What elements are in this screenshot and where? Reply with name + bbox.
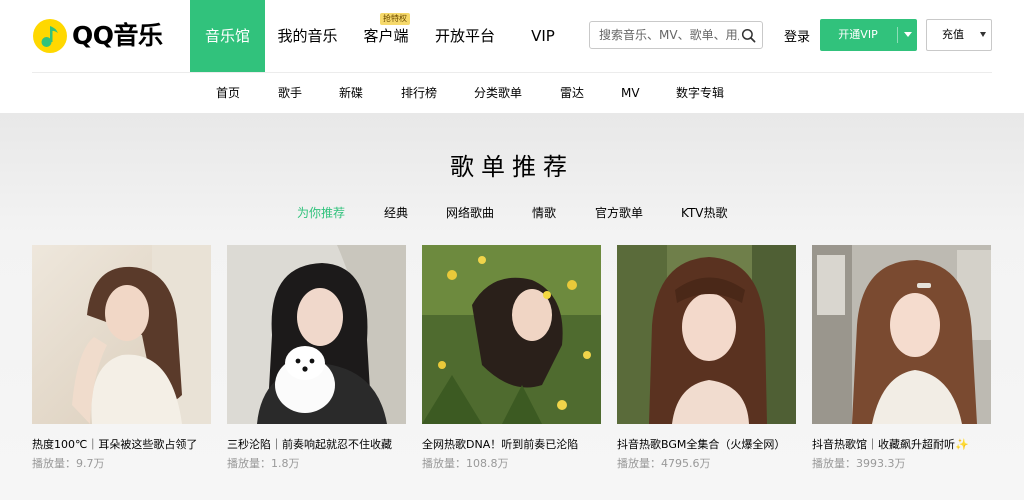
playlist-cover-image[interactable] (812, 245, 991, 424)
playlist-play-count: 播放量：108.8万 (422, 455, 509, 471)
tab-classic[interactable]: 经典 (384, 204, 408, 221)
privilege-badge: 抢特权 (380, 13, 410, 25)
play-count-label: 播放量： (422, 457, 466, 470)
playlist-play-count: 播放量：3993.3万 (812, 455, 906, 471)
login-link[interactable]: 登录 (784, 26, 810, 45)
logo[interactable]: QQ音乐 (32, 16, 163, 56)
play-count-value: 3993.3万 (856, 457, 906, 470)
play-count-value: 1.8万 (271, 457, 300, 470)
playlist-cover-image[interactable] (227, 245, 406, 424)
playlist-title[interactable]: 抖音热歌馆｜收藏飙升超耐听✨ (812, 436, 1012, 452)
playlist-cover-image[interactable] (617, 245, 796, 424)
playlist-card[interactable]: 热度100℃｜耳朵被这些歌占领了 播放量：9.7万 (32, 245, 211, 475)
sub-nav-charts[interactable]: 排行榜 (401, 73, 437, 113)
tab-internet-songs[interactable]: 网络歌曲 (446, 204, 494, 221)
playlist-title[interactable]: 全网热歌DNA！听到前奏已沦陷 (422, 436, 622, 452)
sub-nav-new-albums[interactable]: 新碟 (339, 73, 363, 113)
playlist-title[interactable]: 抖音热歌BGM全集合（火爆全网） (617, 436, 817, 452)
logo-text: QQ音乐 (72, 21, 163, 50)
vip-button-divider (897, 27, 898, 43)
playlist-card[interactable]: 全网热歌DNA！听到前奏已沦陷 播放量：108.8万 (422, 245, 601, 475)
main-nav-label: VIP (531, 27, 555, 45)
main-nav-label: 音乐馆 (204, 27, 250, 45)
playlist-recommend-section: 歌单推荐 为你推荐 经典 网络歌曲 情歌 官方歌单 KTV热歌 热度100℃｜耳… (0, 113, 1024, 500)
tab-recommended[interactable]: 为你推荐 (297, 204, 345, 221)
play-count-label: 播放量： (32, 457, 76, 470)
main-nav-open-platform[interactable]: 开放平台 (422, 0, 508, 72)
tab-love-songs[interactable]: 情歌 (532, 204, 556, 221)
open-vip-label: 开通VIP (838, 28, 878, 41)
qq-music-logo-icon (33, 19, 67, 53)
section-title: 歌单推荐 (450, 153, 574, 181)
main-nav-label: 开放平台 (434, 27, 495, 45)
main-nav-label: 我的音乐 (277, 27, 338, 45)
sub-nav-radar[interactable]: 雷达 (560, 73, 584, 113)
sub-nav-singers[interactable]: 歌手 (278, 73, 302, 113)
caret-down-icon[interactable] (904, 32, 912, 37)
play-count-value: 4795.6万 (661, 457, 711, 470)
search-input[interactable] (599, 22, 739, 48)
playlist-cover-image[interactable] (32, 245, 211, 424)
sub-nav-digital-albums[interactable]: 数字专辑 (676, 73, 724, 113)
caret-down-icon (980, 32, 986, 37)
main-nav-my-music[interactable]: 我的音乐 (265, 0, 350, 72)
sub-nav-category-playlists[interactable]: 分类歌单 (474, 73, 522, 113)
playlist-card[interactable]: 抖音热歌BGM全集合（火爆全网） 播放量：4795.6万 (617, 245, 796, 475)
recharge-button[interactable]: 充值 (926, 19, 992, 51)
play-count-label: 播放量： (812, 457, 856, 470)
play-count-value: 9.7万 (76, 457, 105, 470)
sub-nav-mv[interactable]: MV (621, 73, 640, 113)
playlist-play-count: 播放量：4795.6万 (617, 455, 711, 471)
main-nav-client[interactable]: 客户端 抢特权 (350, 0, 422, 72)
playlist-cover-image[interactable] (422, 245, 601, 424)
playlist-play-count: 播放量：9.7万 (32, 455, 105, 471)
play-count-value: 108.8万 (466, 457, 509, 470)
playlist-title[interactable]: 热度100℃｜耳朵被这些歌占领了 (32, 436, 232, 452)
tab-ktv-hits[interactable]: KTV热歌 (681, 204, 727, 221)
top-header: QQ音乐 音乐馆 我的音乐 客户端 抢特权 开放平台 VIP 登录 开通VIP (0, 0, 1024, 72)
playlist-card[interactable]: 抖音热歌馆｜收藏飙升超耐听✨ 播放量：3993.3万 (812, 245, 991, 475)
search-box (589, 21, 763, 49)
playlist-title[interactable]: 三秒沦陷｜前奏响起就忍不住收藏 (227, 436, 427, 452)
play-count-label: 播放量： (617, 457, 661, 470)
search-icon[interactable] (741, 28, 756, 43)
playlist-play-count: 播放量：1.8万 (227, 455, 300, 471)
main-nav-label: 客户端 (363, 27, 409, 45)
play-count-label: 播放量： (227, 457, 271, 470)
sub-nav: 首页 歌手 新碟 排行榜 分类歌单 雷达 MV 数字专辑 (0, 73, 1024, 113)
open-vip-button[interactable]: 开通VIP (820, 19, 917, 51)
main-nav-vip[interactable]: VIP (508, 0, 578, 72)
playlist-card[interactable]: 三秒沦陷｜前奏响起就忍不住收藏 播放量：1.8万 (227, 245, 406, 475)
main-nav: 音乐馆 我的音乐 客户端 抢特权 开放平台 VIP (190, 0, 578, 72)
recharge-label: 充值 (942, 28, 964, 41)
sub-nav-home[interactable]: 首页 (216, 73, 240, 113)
tab-official-playlists[interactable]: 官方歌单 (595, 204, 643, 221)
playlist-category-tabs: 为你推荐 经典 网络歌曲 情歌 官方歌单 KTV热歌 (0, 204, 1024, 222)
main-nav-music-hall[interactable]: 音乐馆 (190, 0, 265, 72)
